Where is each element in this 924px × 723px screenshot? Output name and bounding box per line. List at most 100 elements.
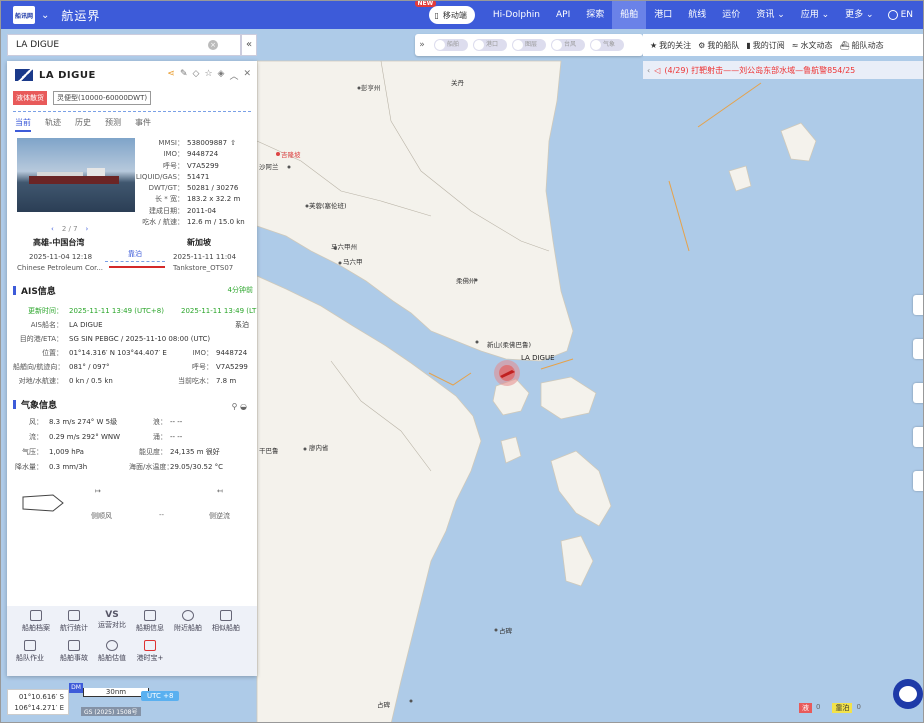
tab-track[interactable]: 轨迹 — [45, 117, 61, 132]
tag-icon[interactable]: ◇ — [193, 69, 200, 82]
tool-valuation[interactable]: 船舶估值 — [93, 640, 131, 663]
map-label: 芙蓉(塞伦班) — [309, 201, 347, 210]
bookmark-icon: ▮ — [746, 40, 751, 50]
ais-info: 更新时间： 2025-11-11 13:49 (UTC+8) 2025-11-11 … — [13, 307, 257, 385]
toggle-typhoon[interactable]: 台风 — [551, 39, 585, 51]
map-label: 马六甲州 — [331, 242, 357, 251]
stack-icon — [24, 640, 36, 651]
wind-arrow-icon: ↦ — [95, 487, 101, 495]
right-side-tools — [913, 295, 923, 525]
toggle-ships[interactable]: 船舶 — [434, 39, 468, 51]
tool-ship-archive[interactable]: 船舶档案 — [17, 610, 55, 633]
scale-label: 30nm — [83, 688, 149, 697]
star-icon: ★ — [650, 40, 658, 50]
star-icon[interactable]: ☆ — [204, 69, 212, 82]
toolbar-fleet-activity[interactable]: ⛴ 船队动态 — [839, 40, 883, 51]
toggle-layers[interactable]: 图层 — [512, 39, 546, 51]
destination-port[interactable]: 新加坡 — [187, 237, 211, 248]
nav-ships[interactable]: 船舶 — [612, 1, 647, 29]
tool-similar-ships[interactable]: 相似船舶 — [207, 610, 245, 633]
layer-toggles: » 船舶 港口 图层 台风 气象 — [415, 34, 643, 56]
prev-icon[interactable]: ‹ — [643, 66, 654, 75]
nav-api[interactable]: API — [548, 1, 578, 29]
tool-compare[interactable]: VS 运营对比 — [93, 610, 131, 630]
tab-current[interactable]: 当前 — [15, 117, 31, 132]
prev-photo-icon[interactable]: ‹ — [51, 225, 54, 233]
weather-section-title: 气象信息 — [13, 397, 253, 411]
double-chevron-right-icon[interactable]: » — [415, 40, 429, 50]
toggle-ports[interactable]: 港口 — [473, 39, 507, 51]
map-label: 占碑 — [499, 626, 513, 635]
tab-forecast[interactable]: 预测 — [105, 117, 121, 132]
chevron-up-icon[interactable]: ︿ — [229, 69, 238, 82]
next-photo-icon[interactable]: › — [86, 225, 89, 233]
notice-text: (4/29) 打靶射击——刘公岛东部水域—鲁航警854/25 — [664, 65, 856, 75]
close-icon[interactable]: ✕ — [243, 69, 251, 82]
logo[interactable]: 船讯网 — [13, 6, 35, 24]
toolbar-hydrology[interactable]: ≈ 水文动态 — [792, 40, 833, 51]
scale-bar: DM 30nm UTC +8 GS (2025) 1508号 — [69, 683, 217, 717]
wave-relative: -- — [159, 511, 165, 519]
chevron-down-icon[interactable]: ⌄ — [41, 10, 49, 21]
side-tool-handle[interactable] — [913, 471, 923, 491]
tool-fleet-ops[interactable]: 船队作业 — [11, 640, 49, 663]
dm-toggle[interactable]: DM — [69, 683, 83, 693]
toolbar-my-subscriptions[interactable]: ▮ 我的订阅 — [746, 40, 784, 51]
nav-explore[interactable]: 探索 — [578, 1, 612, 29]
compass-icon — [182, 610, 194, 621]
coin-icon — [106, 640, 118, 651]
ship-name: LA DIGUE — [39, 69, 96, 81]
side-tool-handle[interactable] — [913, 295, 923, 315]
arrival-berth: Tankstore_OTS07 — [173, 264, 234, 272]
weather-icons[interactable]: ⚲ ◒ — [232, 402, 247, 411]
departure-port[interactable]: 高雄-中国台湾 — [33, 237, 84, 248]
toolbar-my-fleet[interactable]: ⚙ 我的船队 — [698, 40, 739, 51]
cursor-lon: 106°14.271′ E — [14, 704, 64, 712]
assistant-avatar[interactable] — [893, 679, 923, 709]
tool-voyage-stats[interactable]: 航行统计 — [55, 610, 93, 633]
nav-apps[interactable]: 应用 ⌄ — [793, 1, 837, 29]
nav-ports[interactable]: 港口 — [646, 1, 680, 29]
side-tool-handle[interactable] — [913, 383, 923, 403]
top-nav: 船讯网 ⌄ 航运界 NEW ▯ 移动端 Hi-Dolphin API 探索 船舶… — [1, 1, 923, 29]
departure-time: 2025-11-04 12:18 — [29, 253, 93, 261]
cursor-coordinates: 01°10.616′ S 106°14.271′ E — [7, 689, 69, 715]
nav-hi-dolphin[interactable]: Hi-Dolphin — [485, 1, 548, 29]
map-label: 马六甲 — [343, 257, 363, 266]
search-input[interactable] — [8, 35, 208, 55]
mobile-app-button[interactable]: NEW ▯ 移动端 — [414, 1, 475, 24]
side-tool-handle[interactable] — [913, 427, 923, 447]
share-icon[interactable]: ⋖ — [167, 69, 175, 82]
tool-accidents[interactable]: 船舶事故 — [55, 640, 93, 663]
copy-icon[interactable]: ⇧ — [230, 138, 236, 149]
tab-history[interactable]: 历史 — [75, 117, 91, 132]
cursor-lat: 01°10.616′ S — [18, 693, 64, 701]
side-tool-handle[interactable] — [913, 339, 923, 359]
globe-icon — [887, 10, 898, 20]
edit-icon[interactable]: ✎ — [180, 69, 188, 82]
nav-more[interactable]: 更多 ⌄ — [837, 1, 881, 29]
clear-icon[interactable]: × — [208, 40, 218, 50]
new-badge: NEW — [414, 1, 437, 7]
notice-ticker[interactable]: ‹ ◁ (4/29) 打靶射击——刘公岛东部水域—鲁航警854/25 — [643, 61, 923, 79]
map-label: 关丹 — [451, 78, 465, 87]
tool-port-time[interactable]: 港时宝+ — [131, 640, 169, 663]
nav-freight[interactable]: 运价 — [714, 1, 748, 29]
toggle-weather[interactable]: 气象 — [590, 39, 624, 51]
ship-photo[interactable] — [17, 138, 135, 212]
language-switch[interactable]: EN — [882, 10, 923, 20]
nav-news[interactable]: 资讯 ⌄ — [748, 1, 792, 29]
timezone-button[interactable]: UTC +8 — [141, 691, 180, 701]
mirror-icon — [220, 610, 232, 621]
toolbar-my-follows[interactable]: ★ 我的关注 — [650, 40, 691, 51]
legend-liquid: 液 — [799, 703, 812, 713]
locate-icon[interactable]: ◈ — [218, 69, 225, 82]
tool-nearby-ships[interactable]: 附近船舶 — [169, 610, 207, 633]
collapse-panel-button[interactable]: « — [241, 34, 257, 56]
voyage-status: 靠泊 — [128, 250, 142, 258]
ship-specs: MMSI： 538009887 ⇧ IMO： 9448724 呼号： V7A5299 L… — [135, 138, 245, 227]
map-approval-number: GS (2025) 1508号 — [81, 707, 141, 716]
tab-events[interactable]: 事件 — [135, 117, 151, 132]
nav-routes[interactable]: 航线 — [680, 1, 714, 29]
tool-schedule[interactable]: 船期信息 — [131, 610, 169, 633]
